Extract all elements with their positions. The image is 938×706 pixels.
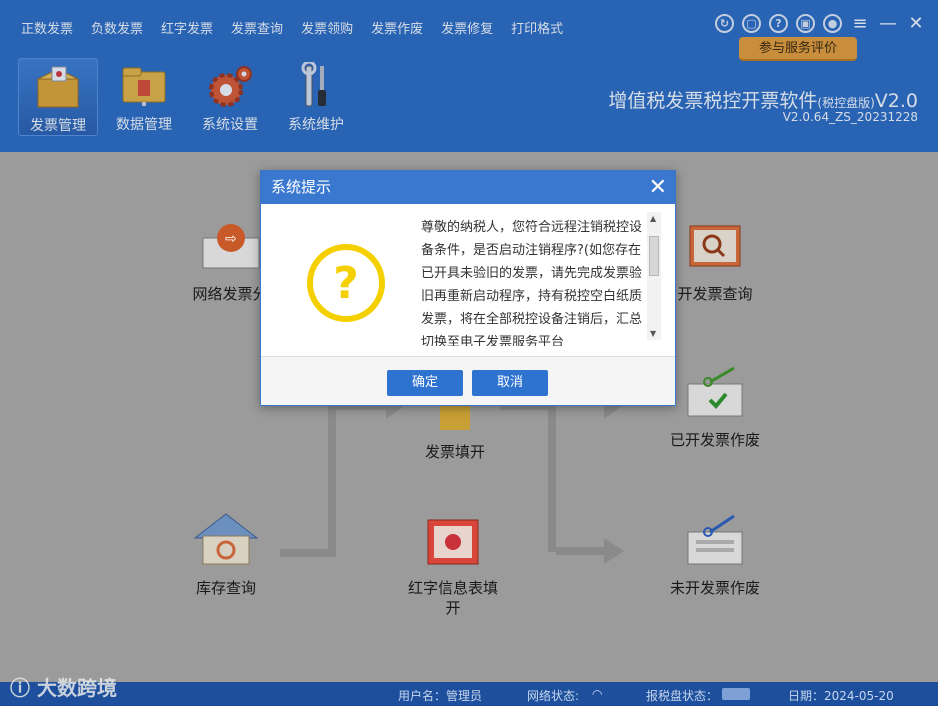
flow-arrow-icon xyxy=(604,538,624,564)
data-folder-icon xyxy=(120,62,168,110)
tool-system-settings[interactable]: 系统设置 xyxy=(190,58,270,136)
wifi-icon: ◠ xyxy=(592,687,603,701)
dialog-body: ? 尊敬的纳税人，您符合远程注销税控设备条件，是否启动注销程序?(如您存在已开具… xyxy=(261,204,675,352)
user-status: 用户名：管理员 xyxy=(398,689,483,703)
tool-label: 系统设置 xyxy=(202,117,258,133)
main-toolbar: 发票管理 数据管理 系统设置 系统维护 xyxy=(18,58,356,136)
menu-negative-invoice[interactable]: 负数发票 xyxy=(82,14,152,41)
func-label: 发票填开 xyxy=(424,443,485,461)
dialog-title-bar: 系统提示 ✕ xyxy=(261,171,675,204)
flow-line xyxy=(548,402,556,552)
func-label: 库存查询 xyxy=(195,579,256,597)
app-header: 正数发票 负数发票 红字发票 发票查询 发票领购 发票作废 发票修复 打印格式 … xyxy=(0,0,938,152)
tool-invoice-management[interactable]: 发票管理 xyxy=(18,58,98,136)
dialog-message: 尊敬的纳税人，您符合远程注销税控设备条件，是否启动注销程序?(如您存在已开具未验… xyxy=(421,220,643,346)
func-label: 已开发票作废 xyxy=(669,431,760,449)
question-icon: ? xyxy=(307,244,385,322)
service-evaluation-button[interactable]: 参与服务评价 xyxy=(739,37,857,61)
dialog-title: 系统提示 xyxy=(271,178,332,196)
menu-invoice-query[interactable]: 发票查询 xyxy=(222,14,292,41)
func-label: 网络发票分 xyxy=(192,285,268,303)
lock-icon[interactable]: ▣ xyxy=(796,14,815,33)
tool-system-maintenance[interactable]: 系统维护 xyxy=(276,58,356,136)
refresh-icon[interactable]: ↻ xyxy=(715,14,734,33)
dialog-footer: 确定 取消 xyxy=(261,356,675,405)
flow-line xyxy=(328,402,336,557)
network-status-label: 网络状态: xyxy=(527,689,580,703)
device-icon xyxy=(722,688,750,700)
func-red-info[interactable]: 红字信息表填开 xyxy=(398,508,508,618)
system-prompt-dialog: 系统提示 ✕ ? 尊敬的纳税人，您符合远程注销税控设备条件，是否启动注销程序?(… xyxy=(260,170,676,406)
watermark-logo: ⓘ 大数跨境 xyxy=(10,676,117,700)
confirm-button[interactable]: 确定 xyxy=(387,370,463,396)
scroll-thumb[interactable] xyxy=(649,236,659,276)
scroll-up-icon[interactable]: ▲ xyxy=(650,214,656,223)
func-invoice-query[interactable]: 开发票查询 xyxy=(660,214,770,304)
app-title: 增值税发票税控开票软件(税控盘版)V2.0 xyxy=(608,90,918,112)
flow-line xyxy=(556,547,608,555)
app-version: V2.0.64_ZS_20231228 xyxy=(782,110,918,124)
scissors-blue-icon xyxy=(675,508,755,572)
scissors-icon xyxy=(675,360,755,424)
dialog-scrollbar[interactable]: ▲ ▼ xyxy=(647,212,661,340)
tool-data-management[interactable]: 数据管理 xyxy=(104,58,184,136)
menu-print-format[interactable]: 打印格式 xyxy=(502,14,572,41)
invoice-query-icon xyxy=(675,214,755,278)
menu-icon[interactable]: ≡ xyxy=(850,14,870,33)
status-bar: 用户名：管理员 网络状态: ◠ 报税盘状态： 日期：2024-05-20 xyxy=(0,682,938,706)
date-status: 日期：2024-05-20 xyxy=(788,689,894,703)
help-icon[interactable]: ? xyxy=(769,14,788,33)
cancel-button[interactable]: 取消 xyxy=(472,370,548,396)
tool-label: 数据管理 xyxy=(116,117,172,133)
network-invoice-icon: ⇨ xyxy=(190,214,270,278)
tools-icon xyxy=(292,62,340,110)
menu-positive-invoice[interactable]: 正数发票 xyxy=(12,14,82,41)
close-icon[interactable]: ✕ xyxy=(906,14,926,33)
tool-label: 发票管理 xyxy=(30,118,86,134)
warehouse-icon xyxy=(186,508,266,572)
device-status-label: 报税盘状态： xyxy=(646,689,719,703)
menu-red-invoice[interactable]: 红字发票 xyxy=(152,14,222,41)
func-label: 红字信息表填开 xyxy=(407,579,498,617)
scroll-down-icon[interactable]: ▼ xyxy=(650,329,656,338)
window-controls: ↻ ▢ ? ▣ ● ≡ — ✕ xyxy=(715,14,926,33)
gear-icon xyxy=(206,62,254,110)
feedback-icon[interactable]: ▢ xyxy=(742,14,761,33)
menu-invoice-purchase[interactable]: 发票领购 xyxy=(292,14,362,41)
func-label: 开发票查询 xyxy=(677,285,753,303)
minimize-icon[interactable]: — xyxy=(878,14,898,33)
func-stock-query[interactable]: 库存查询 xyxy=(186,508,266,598)
menu-invoice-repair[interactable]: 发票修复 xyxy=(432,14,502,41)
menu-invoice-void[interactable]: 发票作废 xyxy=(362,14,432,41)
dialog-close-icon[interactable]: ✕ xyxy=(649,171,667,204)
func-unissued-void[interactable]: 未开发票作废 xyxy=(650,508,780,598)
func-label: 未开发票作废 xyxy=(669,579,760,597)
invoice-box-icon xyxy=(34,63,82,111)
tool-label: 系统维护 xyxy=(288,117,344,133)
svg-text:⇨: ⇨ xyxy=(225,231,237,247)
red-invoice-icon xyxy=(413,508,493,572)
menu-bar: 正数发票 负数发票 红字发票 发票查询 发票领购 发票作废 发票修复 打印格式 xyxy=(12,14,572,41)
user-icon[interactable]: ● xyxy=(823,14,842,33)
